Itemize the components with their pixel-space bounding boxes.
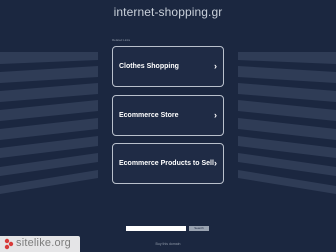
- domain-title: internet-shopping.gr: [113, 5, 223, 19]
- link-label: Ecommerce Store: [119, 112, 179, 119]
- chevron-right-icon: ›: [214, 61, 217, 71]
- chevron-right-icon: ›: [214, 158, 217, 168]
- link-label: Clothes Shopping: [119, 63, 179, 70]
- link-card-ecommerce-store[interactable]: Ecommerce Store ›: [112, 95, 224, 136]
- sitelike-watermark-text: sitelike.org: [16, 237, 71, 249]
- link-card-ecommerce-products[interactable]: Ecommerce Products to Sell ›: [112, 143, 224, 184]
- sitelike-logo-icon: [4, 238, 14, 250]
- related-links-heading: Related Links: [112, 38, 131, 42]
- link-label: Ecommerce Products to Sell: [119, 160, 214, 167]
- search-input[interactable]: [126, 226, 186, 231]
- link-card-clothes-shopping[interactable]: Clothes Shopping ›: [112, 46, 224, 87]
- search-button[interactable]: Search: [189, 226, 209, 231]
- chevron-right-icon: ›: [214, 110, 217, 120]
- sitelike-watermark: sitelike.org: [0, 236, 80, 252]
